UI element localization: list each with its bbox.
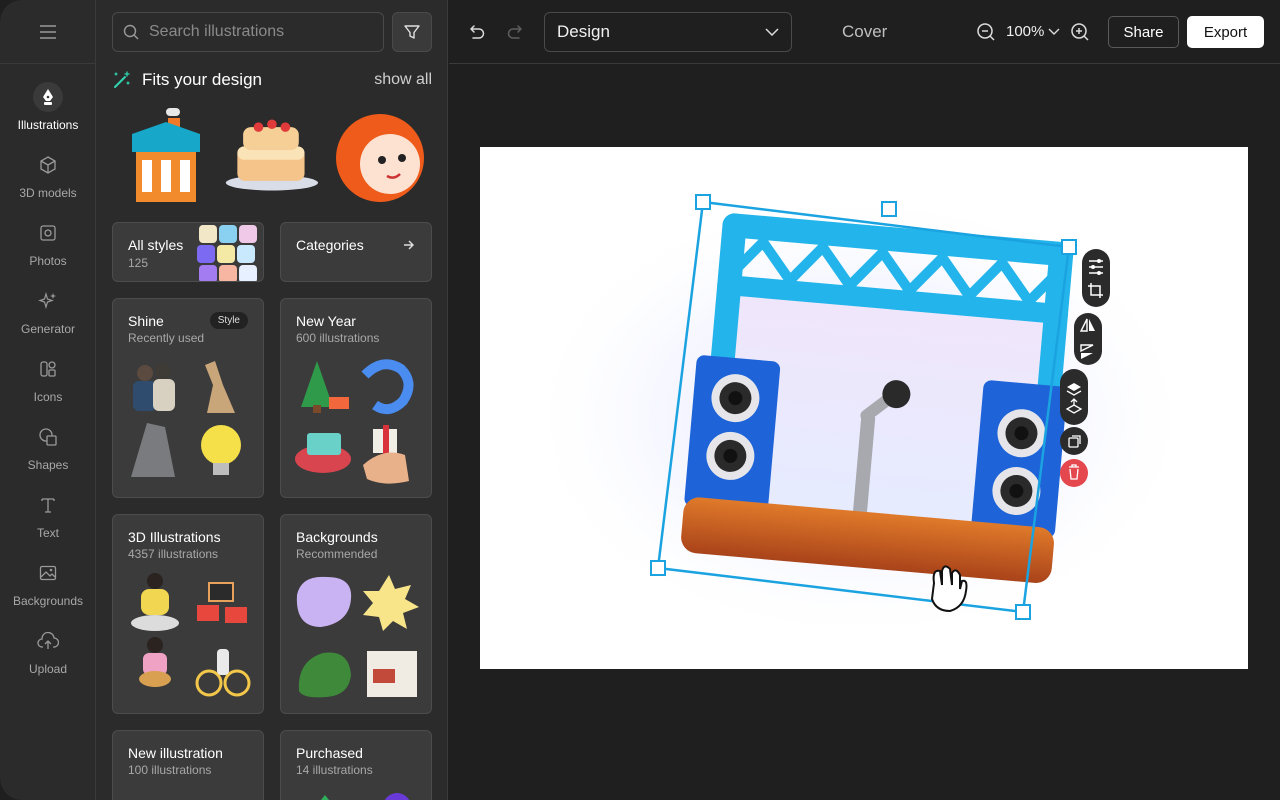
adjust-icon[interactable] xyxy=(1089,259,1103,275)
rail-label: Backgrounds xyxy=(12,594,84,608)
shine-card[interactable]: Shine Recently used Style xyxy=(112,298,264,498)
chevron-down-icon xyxy=(765,28,779,36)
top-bar: Design Cover 100% Share Export xyxy=(449,0,1280,64)
object-toolbar[interactable] xyxy=(1052,247,1112,495)
house-illustration[interactable] xyxy=(118,104,214,204)
zoom-out-button[interactable] xyxy=(974,20,998,44)
menu-button[interactable] xyxy=(0,0,96,64)
pen-nib-icon xyxy=(43,89,53,105)
export-button[interactable]: Export xyxy=(1187,16,1264,48)
backgrounds-card[interactable]: Backgrounds Recommended xyxy=(280,514,432,714)
redo-button[interactable] xyxy=(504,20,528,44)
card-title: New Year xyxy=(296,313,356,329)
rail-label: Upload xyxy=(28,662,68,676)
rail-label: Shapes xyxy=(27,458,69,472)
new-illustration-card[interactable]: New illustration 100 illustrations xyxy=(112,730,264,800)
card-title: Shine xyxy=(128,313,164,329)
all-styles-count: 125 xyxy=(128,256,149,270)
rail-item-backgrounds[interactable]: Backgrounds xyxy=(0,558,96,622)
rail-item-3d-models[interactable]: 3D models xyxy=(0,150,96,214)
card-subtitle: 4357 illustrations xyxy=(128,547,219,561)
card-title: 3D Illustrations xyxy=(128,529,221,545)
rail-label: Generator xyxy=(20,322,76,336)
rail-label: Photos xyxy=(29,254,67,268)
new-year-thumbnails xyxy=(295,359,414,484)
canvas-area[interactable] xyxy=(449,65,1280,800)
backgrounds-thumbnails xyxy=(296,575,419,698)
show-all-link[interactable]: show all xyxy=(374,71,432,89)
3d-illustrations-thumbnails xyxy=(131,573,251,697)
artboard[interactable] xyxy=(480,147,1248,669)
zoom-in-button[interactable] xyxy=(1068,20,1092,44)
shine-thumbnails xyxy=(131,361,241,477)
upload-cloud-icon xyxy=(37,632,59,649)
page-name-label[interactable]: Cover xyxy=(842,22,887,42)
search-input[interactable] xyxy=(149,23,369,41)
style-badge: Style xyxy=(209,312,248,329)
rail-item-photos[interactable]: Photos xyxy=(0,218,96,282)
card-subtitle: Recommended xyxy=(296,547,378,561)
zoom-level[interactable]: 100% xyxy=(1006,23,1044,40)
girl-face-illustration[interactable] xyxy=(332,104,428,204)
cube-icon xyxy=(40,156,56,174)
shapes-icon xyxy=(39,428,57,446)
undo-button[interactable] xyxy=(464,20,488,44)
rail-item-upload[interactable]: Upload xyxy=(0,626,96,690)
card-title: New illustration xyxy=(128,745,223,761)
card-title: Purchased xyxy=(296,745,363,761)
new-year-card[interactable]: New Year 600 illustrations xyxy=(280,298,432,498)
rail-item-shapes[interactable]: Shapes xyxy=(0,422,96,486)
filter-button[interactable] xyxy=(392,12,432,52)
design-select[interactable]: Design xyxy=(544,12,792,52)
sparkles-icon xyxy=(38,291,56,310)
rail-label: Text xyxy=(36,526,59,540)
magic-wand-icon xyxy=(114,71,130,88)
3d-illustrations-card[interactable]: 3D Illustrations 4357 illustrations xyxy=(112,514,264,714)
purchased-thumbnails xyxy=(321,793,410,800)
hamburger-icon xyxy=(40,24,56,39)
rail-item-icons[interactable]: Icons xyxy=(0,354,96,418)
styles-collage-image xyxy=(197,225,257,281)
share-button[interactable]: Share xyxy=(1108,16,1179,48)
card-subtitle: 600 illustrations xyxy=(296,331,380,345)
rail-label: 3D models xyxy=(19,186,77,200)
categories-title: Categories xyxy=(296,237,364,253)
cake-illustration[interactable] xyxy=(222,104,318,204)
left-rail: Illustrations 3D models Photos Generator… xyxy=(0,0,96,800)
rail-item-illustrations[interactable]: Illustrations xyxy=(0,82,96,146)
redo-icon xyxy=(507,25,522,39)
arrow-right-icon xyxy=(404,240,414,250)
undo-icon xyxy=(470,25,485,39)
zoom-out-icon xyxy=(977,23,995,41)
filter-icon xyxy=(404,25,420,39)
photo-icon xyxy=(40,225,56,241)
design-select-value: Design xyxy=(557,22,610,41)
search-icon xyxy=(123,24,139,40)
zoom-chevron-down-icon[interactable] xyxy=(1048,28,1060,36)
icons-icon xyxy=(40,361,56,377)
illustrations-panel: Fits your design show all All styles xyxy=(96,0,448,800)
search-box[interactable] xyxy=(112,12,384,52)
rail-label: Icons xyxy=(33,390,63,404)
purchased-card[interactable]: Purchased 14 illustrations xyxy=(280,730,432,800)
card-title: Backgrounds xyxy=(296,529,378,545)
rail-label: Illustrations xyxy=(17,118,79,132)
card-subtitle: Recently used xyxy=(128,331,205,345)
fits-title: Fits your design xyxy=(142,70,262,89)
card-subtitle: 14 illustrations xyxy=(296,763,373,777)
stage-illustration[interactable] xyxy=(480,147,1248,669)
card-subtitle: 100 illustrations xyxy=(128,763,212,777)
zoom-in-icon xyxy=(1071,23,1089,41)
app-window: Illustrations 3D models Photos Generator… xyxy=(0,0,1280,800)
rail-item-generator[interactable]: Generator xyxy=(0,286,96,350)
all-styles-card[interactable]: All styles 125 xyxy=(112,222,264,282)
categories-card[interactable]: Categories xyxy=(280,222,432,282)
fits-your-design-header: Fits your design show all xyxy=(112,68,432,92)
image-icon xyxy=(39,565,57,581)
text-icon xyxy=(41,498,55,513)
rail-item-text[interactable]: Text xyxy=(0,490,96,554)
all-styles-title: All styles xyxy=(128,237,184,253)
